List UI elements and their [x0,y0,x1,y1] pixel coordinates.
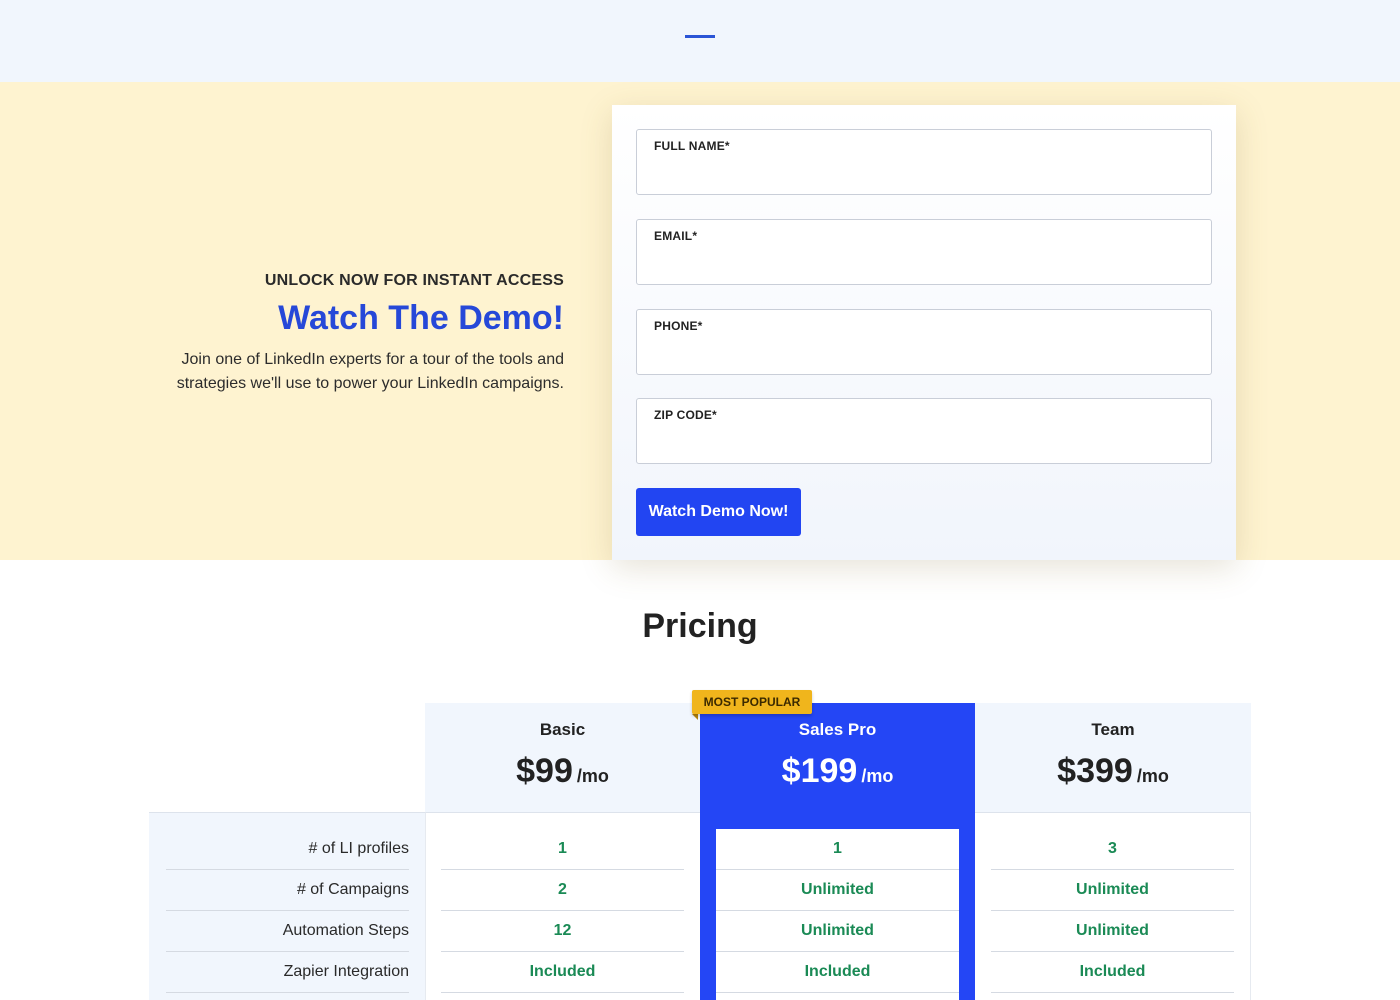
plan-price: $399/mo [975,751,1251,798]
hero-eyebrow: UNLOCK NOW FOR INSTANT ACCESS [264,272,564,289]
plan-header-basic: Basic $99/mo [425,703,700,813]
top-banner [0,0,1400,82]
hero-description-line1: Join one of LinkedIn experts for a tour … [181,351,564,368]
sales-pro-cell: 1 [716,829,959,870]
demo-form: FULL NAME* EMAIL* PHONE* ZIP CODE* Watch… [612,105,1236,560]
full-name-label: FULL NAME* [654,139,730,153]
zip-code-field[interactable]: ZIP CODE* [636,398,1212,464]
zip-code-input[interactable] [653,429,1193,455]
hero-copy: UNLOCK NOW FOR INSTANT ACCESS Watch The … [144,270,564,396]
hero-description: Join one of LinkedIn experts for a tour … [144,348,564,396]
pricing-title: Pricing [642,607,758,645]
plan-name: Basic [539,720,586,739]
full-name-field[interactable]: FULL NAME* [636,129,1212,195]
watch-demo-button[interactable]: Watch Demo Now! [636,488,801,536]
hero-title: Watch The Demo! [278,299,564,337]
team-cell: 3 [991,829,1234,870]
email-input[interactable] [653,250,1193,276]
badge-fold [692,714,698,720]
feature-label: # of LI profiles [166,829,409,870]
price-period: /mo [576,766,609,786]
email-label: EMAIL* [654,229,698,243]
basic-cell: 2 [441,870,684,911]
email-field[interactable]: EMAIL* [636,219,1212,285]
plan-price: $199/mo [700,751,975,798]
phone-field[interactable]: PHONE* [636,309,1212,375]
phone-label: PHONE* [654,319,703,333]
basic-cell: Included [441,952,684,993]
plan-name: Sales Pro [798,720,877,739]
feature-label: # of Campaigns [166,870,409,911]
divider-dash [685,35,715,38]
price-period: /mo [861,766,894,786]
plan-name: Team [1091,720,1135,739]
sales-pro-cell: Unlimited [716,870,959,911]
team-cell: Unlimited [991,870,1234,911]
sales-pro-cell: Unlimited [716,911,959,952]
price-amount: $199 [781,752,858,790]
team-cell: Unlimited [991,911,1234,952]
price-period: /mo [1136,766,1169,786]
price-amount: $99 [516,752,573,790]
full-name-input[interactable] [653,160,1193,186]
sales-pro-cell: Included [716,952,959,993]
hero-description-line2: strategies we'll use to power your Linke… [176,375,564,392]
most-popular-badge: MOST POPULAR [692,690,812,714]
phone-input[interactable] [653,340,1193,366]
plan-header-sales-pro: Sales Pro $199/mo [700,703,975,813]
feature-label: Automation Steps [166,911,409,952]
feature-label: Zapier Integration [166,952,409,993]
plan-price: $99/mo [425,751,700,798]
basic-cell: 12 [441,911,684,952]
basic-cell: 1 [441,829,684,870]
price-amount: $399 [1057,752,1133,790]
zip-code-label: ZIP CODE* [654,408,717,422]
plan-header-team: Team $399/mo [975,703,1251,813]
hero-section: UNLOCK NOW FOR INSTANT ACCESS Watch The … [0,82,1400,560]
team-cell: Included [991,952,1234,993]
